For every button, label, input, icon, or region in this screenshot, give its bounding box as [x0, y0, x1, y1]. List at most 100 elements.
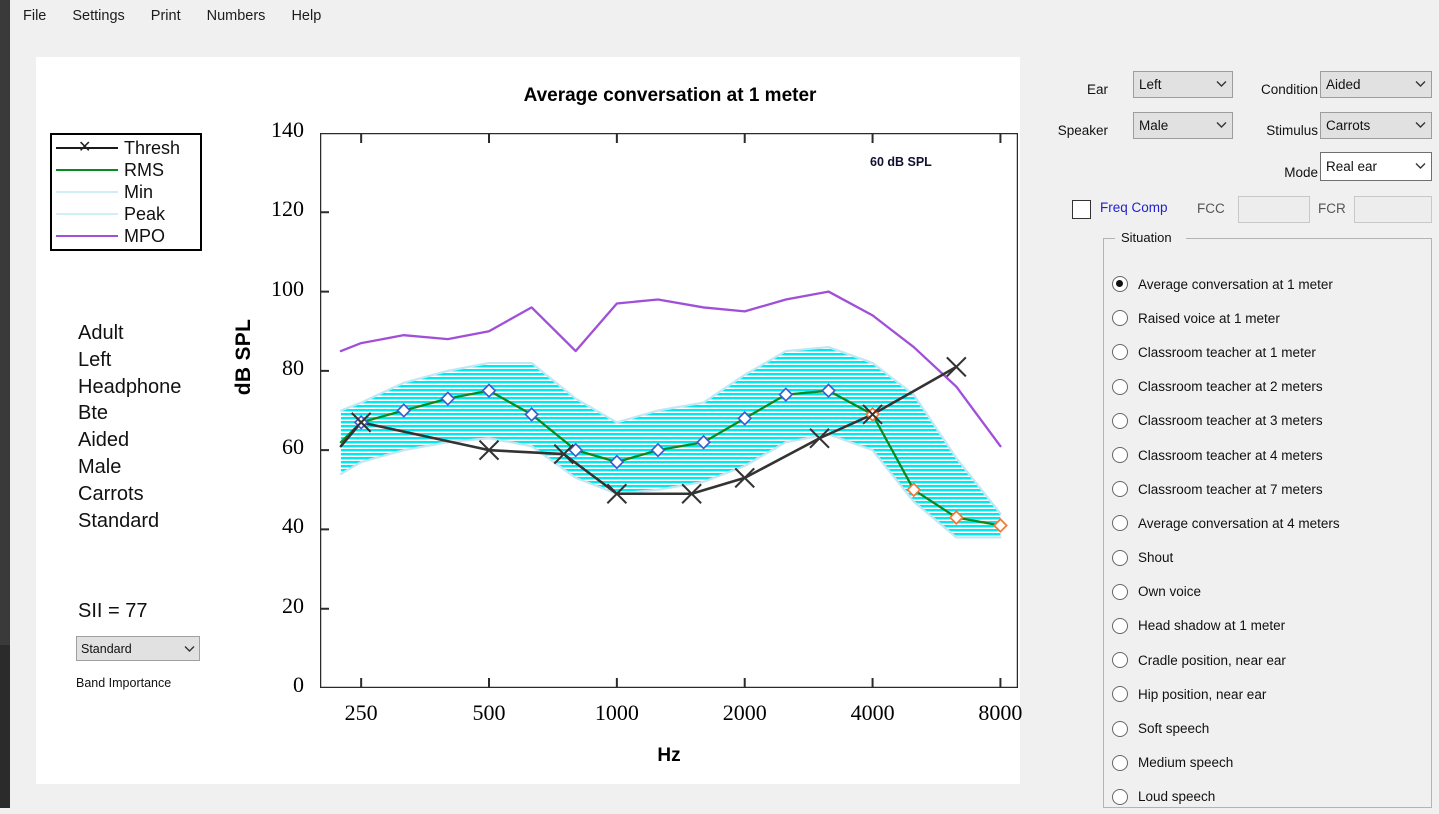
ear-select[interactable]: Left [1133, 71, 1233, 98]
legend-row-thresh: ✕ Thresh [52, 137, 200, 159]
info-line: Carrots [78, 482, 144, 505]
stimulus-label: Stimulus [1266, 123, 1318, 138]
stimulus-select[interactable]: Carrots [1320, 112, 1432, 139]
chevron-down-icon [1216, 120, 1227, 132]
menu-item-settings[interactable]: Settings [59, 0, 137, 33]
situation-option-label: Classroom teacher at 2 meters [1138, 379, 1323, 395]
band-importance-value: Standard [81, 641, 132, 656]
situation-option-14[interactable]: Medium speech [1112, 746, 1432, 780]
radio-button[interactable] [1112, 617, 1128, 634]
situation-option-label: Raised voice at 1 meter [1138, 310, 1280, 326]
radio-button[interactable] [1112, 276, 1128, 293]
info-line: Headphone [78, 375, 182, 398]
menu-item-help[interactable]: Help [278, 0, 334, 33]
freq-comp-label[interactable]: Freq Comp [1100, 200, 1168, 215]
info-line: Aided [78, 429, 130, 452]
x-marker-icon: ✕ [78, 139, 92, 156]
radio-button[interactable] [1112, 344, 1128, 361]
situation-option-label: Classroom teacher at 7 meters [1138, 481, 1323, 497]
menu-item-print[interactable]: Print [138, 0, 194, 33]
y-tick-label: 40 [282, 513, 304, 539]
legend-label: RMS [124, 159, 164, 180]
radio-button[interactable] [1112, 412, 1128, 429]
situation-option-13[interactable]: Soft speech [1112, 711, 1432, 745]
chart-legend: ✕ Thresh RMS Min Peak MPO [50, 133, 202, 251]
fcr-input[interactable] [1354, 196, 1432, 223]
radio-button[interactable] [1112, 788, 1128, 805]
radio-button[interactable] [1112, 686, 1128, 703]
threshold-x-marker [946, 356, 967, 378]
menu-item-numbers[interactable]: Numbers [194, 0, 279, 33]
situation-option-label: Cradle position, near ear [1138, 652, 1286, 668]
legend-label: Thresh [124, 137, 181, 158]
situation-option-label: Hip position, near ear [1138, 686, 1267, 702]
legend-label: Min [124, 181, 154, 202]
radio-button[interactable] [1112, 754, 1128, 771]
radio-button[interactable] [1112, 481, 1128, 498]
speech-banana-fill [340, 347, 1001, 538]
mode-value: Real ear [1326, 159, 1378, 174]
condition-select[interactable]: Aided [1320, 71, 1432, 98]
radio-button[interactable] [1112, 310, 1128, 327]
legend-line [56, 213, 118, 216]
situation-option-1[interactable]: Raised voice at 1 meter [1112, 301, 1432, 335]
situation-option-4[interactable]: Classroom teacher at 3 meters [1112, 404, 1432, 438]
chevron-down-icon [184, 642, 195, 656]
x-tick-label: 500 [472, 700, 506, 725]
situation-option-7[interactable]: Average conversation at 4 meters [1112, 506, 1432, 540]
x-tick-label: 1000 [594, 700, 639, 725]
chevron-down-icon [1415, 161, 1426, 173]
speaker-label: Speaker [1057, 123, 1108, 138]
situation-option-0[interactable]: Average conversation at 1 meter [1112, 267, 1432, 301]
situation-group-border-right [1186, 238, 1432, 239]
speaker-value: Male [1139, 118, 1169, 133]
info-line: Adult [78, 322, 124, 344]
info-line: Bte [78, 402, 109, 425]
situation-option-label: Classroom teacher at 1 meter [1138, 344, 1316, 360]
situation-option-6[interactable]: Classroom teacher at 7 meters [1112, 472, 1432, 506]
radio-button[interactable] [1112, 549, 1128, 566]
speaker-select[interactable]: Male [1133, 112, 1233, 139]
situation-group-title: Situation [1117, 230, 1176, 245]
menu-item-file[interactable]: File [10, 0, 59, 33]
situation-option-label: Soft speech [1138, 721, 1210, 737]
legend-row-rms: RMS [52, 159, 200, 181]
mode-select[interactable]: Real ear [1320, 152, 1432, 181]
situation-option-9[interactable]: Own voice [1112, 575, 1432, 609]
chevron-down-icon [1415, 120, 1426, 132]
fcc-input[interactable] [1238, 196, 1310, 223]
fcr-label: FCR [1318, 201, 1346, 216]
x-tick-label: 2000 [722, 700, 767, 725]
radio-button[interactable] [1112, 515, 1128, 532]
legend-label: Peak [124, 203, 166, 224]
radio-button[interactable] [1112, 447, 1128, 464]
band-importance-select[interactable]: Standard [76, 636, 200, 661]
legend-row-peak: Peak [52, 203, 200, 225]
y-tick-label: 140 [271, 117, 304, 142]
y-tick-label: 120 [271, 196, 304, 222]
chart-title: Average conversation at 1 meter [523, 85, 817, 106]
radio-button[interactable] [1112, 378, 1128, 395]
situation-option-10[interactable]: Head shadow at 1 meter [1112, 609, 1432, 643]
situation-option-2[interactable]: Classroom teacher at 1 meter [1112, 335, 1432, 369]
situation-option-8[interactable]: Shout [1112, 541, 1432, 575]
ear-label: Ear [1086, 82, 1108, 97]
radio-button[interactable] [1112, 720, 1128, 737]
freq-comp-checkbox[interactable] [1072, 200, 1091, 219]
situation-option-12[interactable]: Hip position, near ear [1112, 677, 1432, 711]
ear-value: Left [1139, 77, 1162, 92]
info-line: Left [78, 348, 112, 371]
situation-option-5[interactable]: Classroom teacher at 4 meters [1112, 438, 1432, 472]
audiogram-plot[interactable] [320, 133, 1018, 688]
stimulus-value: Carrots [1326, 118, 1371, 133]
radio-button[interactable] [1112, 583, 1128, 600]
situation-option-label: Average conversation at 4 meters [1138, 515, 1340, 531]
info-line: Male [78, 455, 122, 478]
radio-button[interactable] [1112, 652, 1128, 669]
situation-option-label: Own voice [1138, 584, 1202, 600]
situation-option-label: Classroom teacher at 4 meters [1138, 447, 1323, 463]
situation-option-3[interactable]: Classroom teacher at 2 meters [1112, 370, 1432, 404]
fcc-label: FCC [1197, 201, 1225, 216]
situation-option-11[interactable]: Cradle position, near ear [1112, 643, 1432, 677]
situation-option-15[interactable]: Loud speech [1112, 780, 1432, 814]
